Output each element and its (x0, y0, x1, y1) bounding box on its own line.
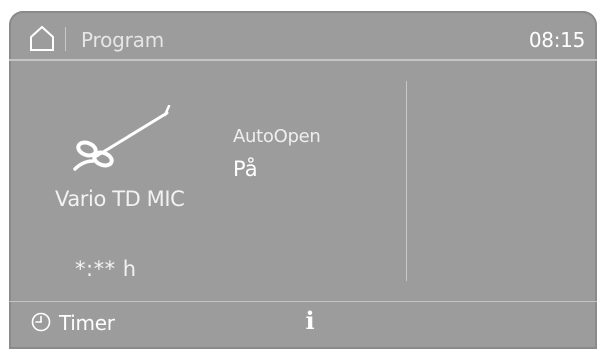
header-divider (9, 59, 597, 61)
home-icon[interactable] (29, 25, 55, 51)
vario-wand-icon (73, 105, 171, 171)
info-icon[interactable]: i (303, 308, 317, 334)
header-separator (65, 27, 66, 51)
timer-label: Timer (59, 311, 115, 335)
program-duration: *:** h (75, 257, 137, 281)
control-panel-screen: Program 08:15 Vario TD MIC *:** h AutoOp… (9, 11, 597, 349)
timer-button[interactable]: Timer (9, 302, 209, 349)
clock-time: 08:15 (528, 28, 585, 52)
clock-icon (31, 312, 51, 332)
option-label: AutoOpen (233, 126, 321, 147)
content-divider (406, 81, 407, 281)
header-bar: Program 08:15 (9, 11, 597, 59)
program-name: Vario TD MIC (55, 187, 185, 211)
display-frame: Program 08:15 Vario TD MIC *:** h AutoOp… (0, 0, 606, 349)
page-title: Program (81, 28, 164, 52)
option-value[interactable]: På (233, 157, 258, 181)
